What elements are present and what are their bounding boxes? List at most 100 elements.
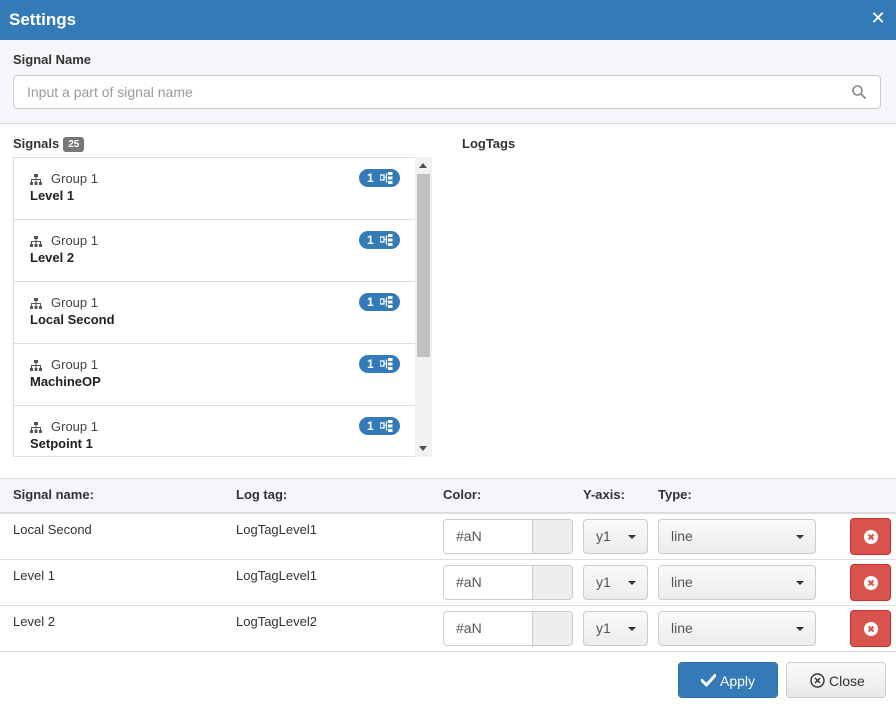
signal-name: MachineOP xyxy=(30,374,101,389)
row-log-tag: LogTagLevel1 xyxy=(236,522,317,537)
y-axis-value: y1 xyxy=(596,620,611,636)
remove-signal-button[interactable] xyxy=(850,610,891,647)
row-log-tag: LogTagLevel2 xyxy=(236,614,317,629)
signal-name: Level 2 xyxy=(30,250,75,265)
signal-name: Setpoint 1 xyxy=(30,436,93,451)
caret-down-icon xyxy=(796,535,804,539)
check-icon xyxy=(701,674,716,687)
type-select[interactable]: line xyxy=(658,519,816,554)
scroll-up-arrow-icon[interactable] xyxy=(419,163,427,168)
sitemap-icon xyxy=(30,360,42,371)
signals-label: Signals xyxy=(13,136,60,151)
search-icon[interactable] xyxy=(852,85,866,99)
apply-button[interactable]: Apply xyxy=(678,662,778,698)
type-select[interactable]: line xyxy=(658,565,816,600)
table-row: Level 1 LogTagLevel1 #aN y1 line xyxy=(0,560,896,606)
color-input[interactable]: #aN xyxy=(444,566,532,599)
color-picker[interactable]: #aN xyxy=(443,611,573,646)
table-row: Local Second LogTagLevel1 #aN y1 line xyxy=(0,514,896,560)
caret-down-icon xyxy=(628,535,636,539)
logtag-count-badge[interactable]: 1 xyxy=(359,355,400,373)
scroll-down-arrow-icon[interactable] xyxy=(419,446,427,451)
color-picker[interactable]: #aN xyxy=(443,519,573,554)
logtag-count-badge[interactable]: 1 xyxy=(359,417,400,435)
type-value: line xyxy=(671,574,693,590)
color-input[interactable]: #aN xyxy=(444,612,532,645)
signal-search-input[interactable] xyxy=(14,76,844,108)
signal-list-item[interactable]: Group 1 Level 2 1 xyxy=(14,220,415,282)
close-label: Close xyxy=(829,673,865,689)
caret-down-icon xyxy=(628,581,636,585)
logtag-count-badge[interactable]: 1 xyxy=(359,293,400,311)
signals-heading: Signals 25 xyxy=(13,136,85,152)
logtag-count: 1 xyxy=(367,295,374,309)
logtag-count-badge[interactable]: 1 xyxy=(359,231,400,249)
remove-signal-button[interactable] xyxy=(850,518,891,555)
scrollbar-thumb[interactable] xyxy=(417,174,430,357)
signal-list-item[interactable]: Group 1 Local Second 1 xyxy=(14,282,415,344)
type-value: line xyxy=(671,620,693,636)
remove-signal-button[interactable] xyxy=(850,564,891,601)
color-swatch[interactable] xyxy=(532,612,572,645)
signal-group: Group 1 xyxy=(51,233,98,248)
caret-down-icon xyxy=(796,581,804,585)
type-value: line xyxy=(671,528,693,544)
search-section: Signal Name xyxy=(0,40,896,124)
table-header: Signal name: Log tag: Color: Y-axis: Typ… xyxy=(0,479,896,514)
signal-list-item[interactable]: Group 1 MachineOP 1 xyxy=(14,344,415,406)
signal-group: Group 1 xyxy=(51,171,98,186)
type-select[interactable]: line xyxy=(658,611,816,646)
y-axis-value: y1 xyxy=(596,528,611,544)
signal-name: Level 1 xyxy=(30,188,75,203)
signal-name: Local Second xyxy=(30,312,115,327)
logtag-count: 1 xyxy=(367,357,374,371)
row-signal-name: Local Second xyxy=(13,522,92,537)
color-swatch[interactable] xyxy=(532,566,572,599)
row-signal-name: Level 2 xyxy=(13,614,55,629)
y-axis-value: y1 xyxy=(596,574,611,590)
logtag-icon xyxy=(380,172,393,184)
logtag-count-badge[interactable]: 1 xyxy=(359,169,400,187)
dialog-title: Settings xyxy=(9,10,77,29)
signal-list-item[interactable]: Group 1 Level 1 1 xyxy=(14,158,415,220)
header-type: Type: xyxy=(658,487,692,502)
color-swatch[interactable] xyxy=(532,520,572,553)
table-row: Level 2 LogTagLevel2 #aN y1 line xyxy=(0,606,896,652)
logtag-count: 1 xyxy=(367,419,374,433)
signal-name-label: Signal Name xyxy=(13,52,92,67)
logtag-icon xyxy=(380,358,393,370)
close-icon[interactable]: ✕ xyxy=(870,9,886,27)
signal-group: Group 1 xyxy=(51,295,98,310)
y-axis-select[interactable]: y1 xyxy=(583,565,648,600)
sitemap-icon xyxy=(30,298,42,309)
y-axis-select[interactable]: y1 xyxy=(583,611,648,646)
close-button[interactable]: Close xyxy=(786,662,886,698)
selected-signals-table: Signal name: Log tag: Color: Y-axis: Typ… xyxy=(0,478,896,652)
row-signal-name: Level 1 xyxy=(13,568,55,583)
times-circle-icon xyxy=(864,576,878,590)
times-circle-icon xyxy=(864,530,878,544)
color-picker[interactable]: #aN xyxy=(443,565,573,600)
caret-down-icon xyxy=(628,627,636,631)
search-box xyxy=(13,75,881,109)
logtag-icon xyxy=(380,420,393,432)
signals-list: Group 1 Level 1 1 Group 1 Level 2 1 Grou… xyxy=(13,157,415,457)
signal-list-item[interactable]: Group 1 Setpoint 1 1 xyxy=(14,406,415,456)
signals-scrollbar[interactable] xyxy=(415,157,432,457)
logtag-icon xyxy=(380,296,393,308)
header-y-axis: Y-axis: xyxy=(583,487,625,502)
header-log-tag: Log tag: xyxy=(236,487,288,502)
signals-count-badge: 25 xyxy=(63,137,85,152)
row-log-tag: LogTagLevel1 xyxy=(236,568,317,583)
caret-down-icon xyxy=(796,627,804,631)
apply-label: Apply xyxy=(720,673,756,689)
logtag-count: 1 xyxy=(367,233,374,247)
times-circle-outline-icon xyxy=(810,673,825,688)
times-circle-icon xyxy=(864,622,878,636)
color-input[interactable]: #aN xyxy=(444,520,532,553)
logtag-count: 1 xyxy=(367,171,374,185)
logtag-icon xyxy=(380,234,393,246)
sitemap-icon xyxy=(30,174,42,185)
header-signal-name: Signal name: xyxy=(13,487,94,502)
y-axis-select[interactable]: y1 xyxy=(583,519,648,554)
